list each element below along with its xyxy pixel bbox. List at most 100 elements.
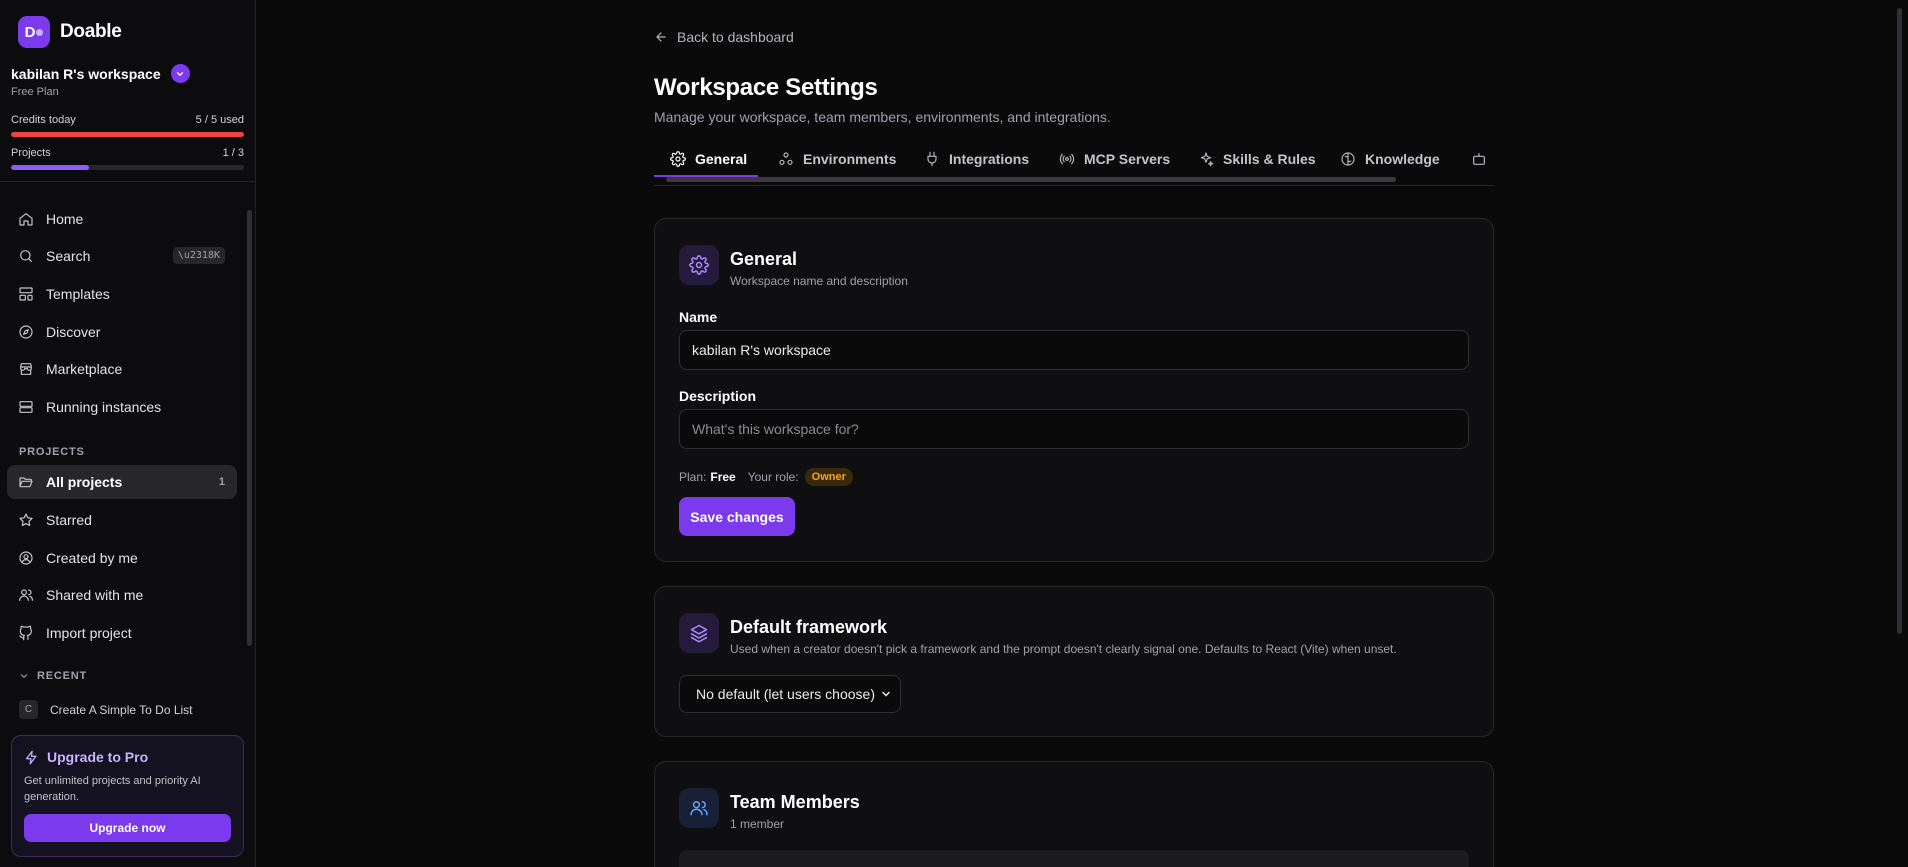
- tab-skills-rules[interactable]: Skills & Rules: [1198, 142, 1316, 176]
- sidebar-item-label: All projects: [46, 474, 123, 490]
- sidebar-item-label: Marketplace: [46, 361, 123, 377]
- sidebar-item-label: Starred: [46, 512, 92, 528]
- app-root: D Doable kabilan R's workspace Free Plan…: [0, 0, 1908, 867]
- framework-card-title: Default framework: [730, 617, 888, 637]
- tab-label: MCP Servers: [1084, 151, 1171, 167]
- store-icon: [20, 363, 32, 375]
- back-to-dashboard-link[interactable]: Back to dashboard: [654, 29, 794, 45]
- brand[interactable]: D Doable: [18, 16, 122, 48]
- compass-icon: [19, 325, 33, 339]
- sidebar-item-marketplace[interactable]: Marketplace: [7, 352, 237, 386]
- tab-general[interactable]: General: [670, 142, 747, 176]
- plug-icon: [927, 151, 937, 167]
- templates-icon: [19, 287, 33, 301]
- sidebar-item-label: Import project: [46, 625, 132, 641]
- users-icon: [19, 589, 33, 601]
- team-card-subtitle: 1 member: [730, 817, 785, 831]
- sidebar-item-label: Templates: [46, 286, 110, 302]
- sidebar-item-home[interactable]: Home: [7, 202, 237, 236]
- sidebar-item-shared-with-me[interactable]: Shared with me: [7, 578, 237, 612]
- projects-value: 1 / 3: [222, 147, 244, 159]
- sidebar-item-running-instances[interactable]: Running instances: [7, 390, 237, 424]
- users-icon: [690, 801, 708, 816]
- tab-overflow[interactable]: [1471, 142, 1487, 176]
- gear-icon: [689, 255, 709, 275]
- sidebar-item-created-by-me[interactable]: Created by me: [7, 541, 237, 575]
- plan-role-info: Plan: Free Your role: Owner: [679, 468, 853, 486]
- workspace-plan: Free Plan: [11, 86, 59, 98]
- team-member-row[interactable]: [679, 850, 1469, 867]
- recent-project-name: Create A Simple To Do List: [50, 702, 193, 717]
- recent-section-toggle[interactable]: RECENT: [19, 670, 87, 682]
- general-card: General Workspace name and description N…: [654, 218, 1494, 562]
- chevron-down-icon[interactable]: [170, 64, 190, 83]
- credits-value: 5 / 5 used: [195, 114, 244, 126]
- broadcast-icon: [1059, 153, 1075, 165]
- framework-card-icon: [679, 613, 719, 653]
- upgrade-now-button[interactable]: Upgrade now: [24, 814, 231, 842]
- robot-icon: [1473, 153, 1485, 165]
- workspace-switcher[interactable]: kabilan R's workspace Free Plan: [11, 64, 190, 98]
- github-icon: [19, 625, 32, 641]
- credits-track: [11, 132, 244, 137]
- default-framework-select[interactable]: No default (let users choose): [679, 675, 901, 713]
- sparkles-icon: [1200, 152, 1214, 167]
- team-members-card: Team Members 1 member: [654, 761, 1494, 867]
- brand-logo-dot: [36, 29, 43, 36]
- sidebar-item-discover[interactable]: Discover: [7, 315, 237, 349]
- sidebar-item-label: Created by me: [46, 550, 138, 566]
- gear-icon: [670, 151, 686, 167]
- tab-integrations[interactable]: Integrations: [924, 142, 1029, 176]
- credits-meter: Credits today 5 / 5 used: [11, 114, 244, 137]
- upgrade-title: Upgrade to Pro: [47, 749, 149, 765]
- search-shortcut: \u2318K: [172, 247, 225, 264]
- sidebar-item-import-project[interactable]: Import project: [7, 616, 237, 650]
- all-projects-count: 1: [218, 476, 225, 488]
- plan-label: Plan:: [679, 470, 707, 484]
- upgrade-description: Get unlimited projects and priority AI g…: [24, 775, 201, 803]
- recent-project-item[interactable]: C Create A Simple To Do List: [19, 700, 193, 719]
- sidebar-item-all-projects[interactable]: All projects 1: [7, 465, 237, 499]
- brand-logo-letter: D: [24, 23, 36, 41]
- sidebar-scrollbar[interactable]: [247, 210, 252, 646]
- credits-label: Credits today: [11, 114, 76, 126]
- tab-label: Integrations: [949, 151, 1030, 167]
- sidebar-item-templates[interactable]: Templates: [7, 277, 237, 311]
- team-card-icon: [679, 788, 719, 828]
- workspace-name: kabilan R's workspace: [11, 65, 161, 82]
- chevron-down-icon: [882, 691, 890, 697]
- name-field-label: Name: [679, 309, 718, 325]
- tab-environments[interactable]: Environments: [778, 142, 896, 176]
- tab-label: Environments: [803, 151, 897, 167]
- sidebar: D Doable kabilan R's workspace Free Plan…: [0, 0, 256, 867]
- tab-mcp-servers[interactable]: MCP Servers: [1059, 142, 1170, 176]
- workspace-name-input[interactable]: [679, 330, 1469, 370]
- tabs-horizontal-scrollbar[interactable]: [666, 177, 1396, 182]
- sidebar-item-label: Shared with me: [46, 587, 144, 603]
- projects-label: Projects: [11, 147, 51, 159]
- role-label: Your role:: [747, 470, 799, 484]
- lightning-icon: [25, 750, 37, 764]
- user-circle-icon: [19, 551, 33, 565]
- star-icon: [19, 513, 33, 527]
- tab-label: General: [695, 151, 748, 167]
- projects-track: [11, 165, 244, 170]
- page-title: Workspace Settings: [654, 74, 878, 101]
- sidebar-item-search[interactable]: Search \u2318K: [7, 239, 237, 273]
- page-subtitle: Manage your workspace, team members, env…: [654, 109, 1111, 125]
- projects-fill: [11, 165, 89, 170]
- workspace-description-input[interactable]: [679, 409, 1469, 449]
- environments-icon: [779, 152, 793, 165]
- sidebar-item-starred[interactable]: Starred: [7, 503, 237, 537]
- tab-knowledge[interactable]: Knowledge: [1340, 142, 1440, 176]
- chevron-down-icon: [20, 674, 28, 678]
- plan-value: Free: [710, 470, 736, 484]
- brain-icon: [1341, 152, 1355, 166]
- main-scrollbar[interactable]: [1897, 8, 1902, 634]
- sidebar-item-label: Search: [46, 248, 91, 264]
- home-icon: [19, 213, 33, 226]
- recent-project-badge: C: [19, 700, 38, 719]
- sidebar-item-label: Home: [46, 211, 84, 227]
- save-changes-button[interactable]: Save changes: [679, 497, 795, 536]
- arrow-left-icon: [656, 32, 666, 42]
